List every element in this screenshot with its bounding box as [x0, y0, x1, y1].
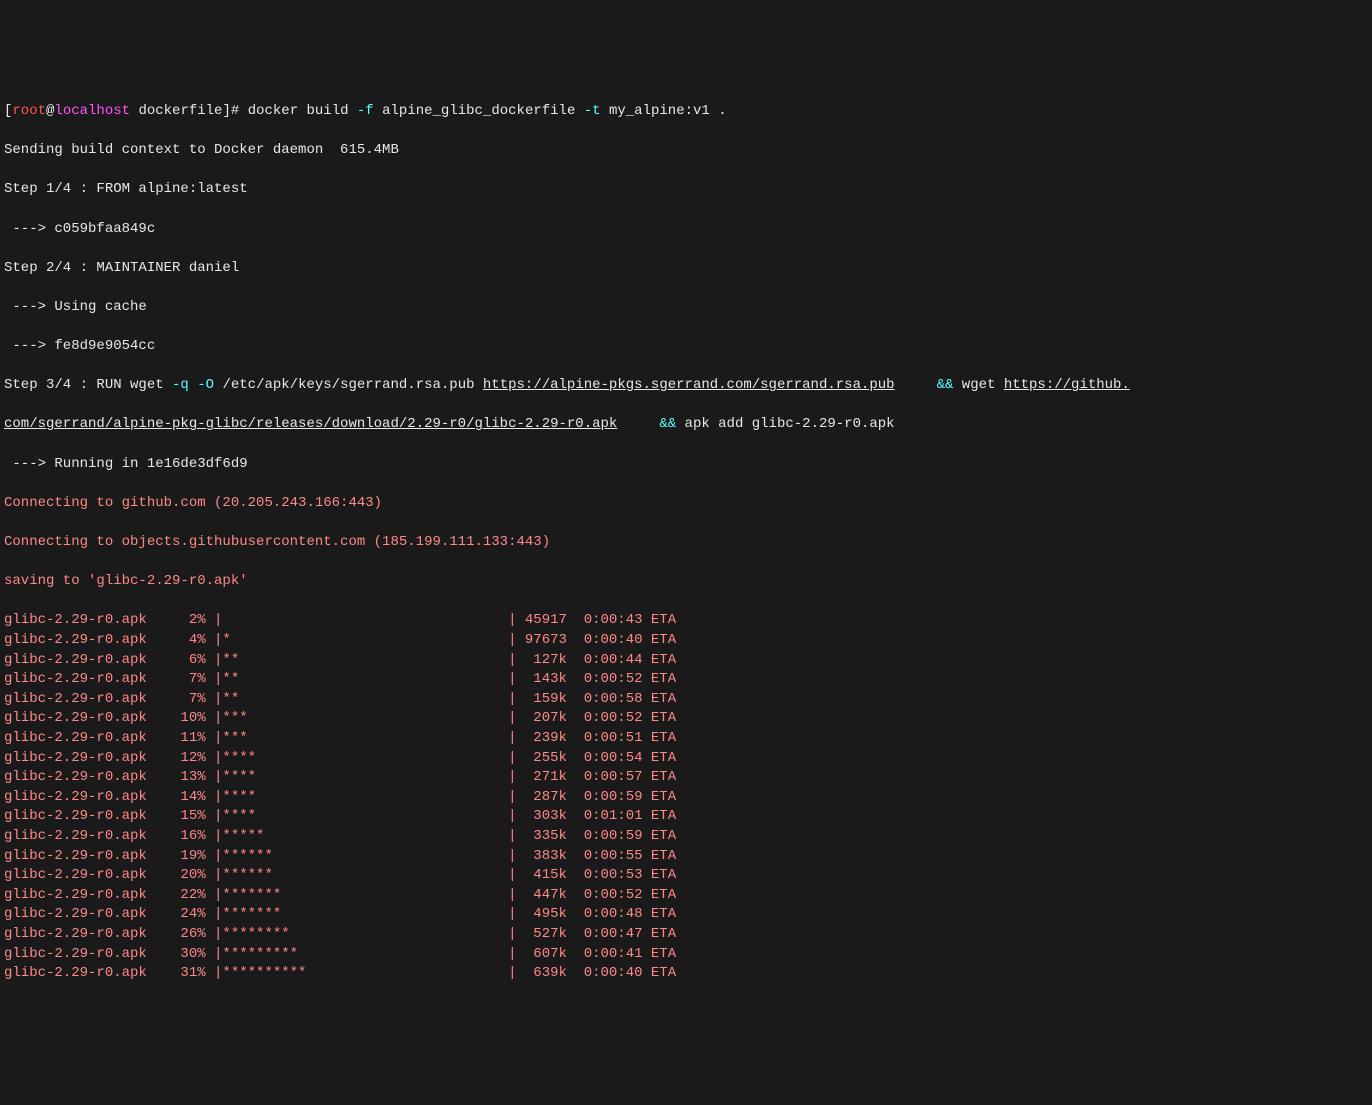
progress-line: glibc-2.29-r0.apk 7% |** | 143k 0:00:52 …: [4, 670, 1368, 690]
progress-line: glibc-2.29-r0.apk 13% |**** | 271k 0:00:…: [4, 768, 1368, 788]
apk: apk add glibc-2.29-r0.apk: [676, 416, 894, 432]
gap: [895, 377, 937, 393]
progress-line: glibc-2.29-r0.apk 24% |******* | 495k 0:…: [4, 905, 1368, 925]
gap: [617, 416, 659, 432]
progress-line: glibc-2.29-r0.apk 31% |********** | 639k…: [4, 964, 1368, 984]
connecting-line: Connecting to github.com (20.205.243.166…: [4, 494, 1368, 514]
progress-line: glibc-2.29-r0.apk 10% |*** | 207k 0:00:5…: [4, 709, 1368, 729]
url: https://github.: [1004, 377, 1130, 393]
and: &&: [937, 377, 954, 393]
progress-line: glibc-2.29-r0.apk 19% |****** | 383k 0:0…: [4, 847, 1368, 867]
progress-line: glibc-2.29-r0.apk 4% |* | 97673 0:00:40 …: [4, 631, 1368, 651]
cmd: docker build: [248, 103, 357, 119]
progress-line: glibc-2.29-r0.apk 14% |**** | 287k 0:00:…: [4, 788, 1368, 808]
dir: dockerfile: [130, 103, 222, 119]
output-line: ---> c059bfaa849c: [4, 220, 1368, 240]
step3-line1: Step 3/4 : RUN wget -q -O /etc/apk/keys/…: [4, 376, 1368, 396]
bracket-close: ]#: [222, 103, 247, 119]
sp: [189, 377, 197, 393]
progress-line: glibc-2.29-r0.apk 30% |********* | 607k …: [4, 945, 1368, 965]
arg-t: my_alpine:v1 .: [601, 103, 727, 119]
wget: wget: [953, 377, 1003, 393]
flag-f: -f: [357, 103, 374, 119]
terminal-output: [root@localhost dockerfile]# docker buil…: [4, 82, 1368, 1003]
prompt-line: [root@localhost dockerfile]# docker buil…: [4, 102, 1368, 122]
flag-q: -q: [172, 377, 189, 393]
progress-line: glibc-2.29-r0.apk 20% |****** | 415k 0:0…: [4, 866, 1368, 886]
text: Step 3/4 : RUN wget: [4, 377, 172, 393]
progress-line: glibc-2.29-r0.apk 11% |*** | 239k 0:00:5…: [4, 729, 1368, 749]
url: https://alpine-pkgs.sgerrand.com/sgerran…: [483, 377, 895, 393]
url: com/sgerrand/alpine-pkg-glibc/releases/d…: [4, 416, 617, 432]
progress-line: glibc-2.29-r0.apk 12% |**** | 255k 0:00:…: [4, 749, 1368, 769]
output-line: Step 1/4 : FROM alpine:latest: [4, 180, 1368, 200]
output-line: Step 2/4 : MAINTAINER daniel: [4, 259, 1368, 279]
progress-line: glibc-2.29-r0.apk 26% |******** | 527k 0…: [4, 925, 1368, 945]
progress-line: glibc-2.29-r0.apk 7% |** | 159k 0:00:58 …: [4, 690, 1368, 710]
progress-line: glibc-2.29-r0.apk 22% |******* | 447k 0:…: [4, 886, 1368, 906]
step3-line2: com/sgerrand/alpine-pkg-glibc/releases/d…: [4, 415, 1368, 435]
user: root: [12, 103, 46, 119]
flag-t: -t: [584, 103, 601, 119]
progress-line: glibc-2.29-r0.apk 6% |** | 127k 0:00:44 …: [4, 651, 1368, 671]
progress-line: glibc-2.29-r0.apk 16% |***** | 335k 0:00…: [4, 827, 1368, 847]
and: &&: [659, 416, 676, 432]
connecting-line: Connecting to objects.githubusercontent.…: [4, 533, 1368, 553]
output-line: ---> Running in 1e16de3df6d9: [4, 455, 1368, 475]
progress-line: glibc-2.29-r0.apk 2% | | 45917 0:00:43 E…: [4, 611, 1368, 631]
progress-line: glibc-2.29-r0.apk 15% |**** | 303k 0:01:…: [4, 807, 1368, 827]
progress-list: glibc-2.29-r0.apk 2% | | 45917 0:00:43 E…: [4, 611, 1368, 983]
host: localhost: [54, 103, 130, 119]
flag-O: -O: [197, 377, 214, 393]
output-line: Sending build context to Docker daemon 6…: [4, 141, 1368, 161]
output-line: ---> Using cache: [4, 298, 1368, 318]
arg-f: alpine_glibc_dockerfile: [374, 103, 584, 119]
saving-line: saving to 'glibc-2.29-r0.apk': [4, 572, 1368, 592]
output-line: ---> fe8d9e9054cc: [4, 337, 1368, 357]
path: /etc/apk/keys/sgerrand.rsa.pub: [214, 377, 483, 393]
